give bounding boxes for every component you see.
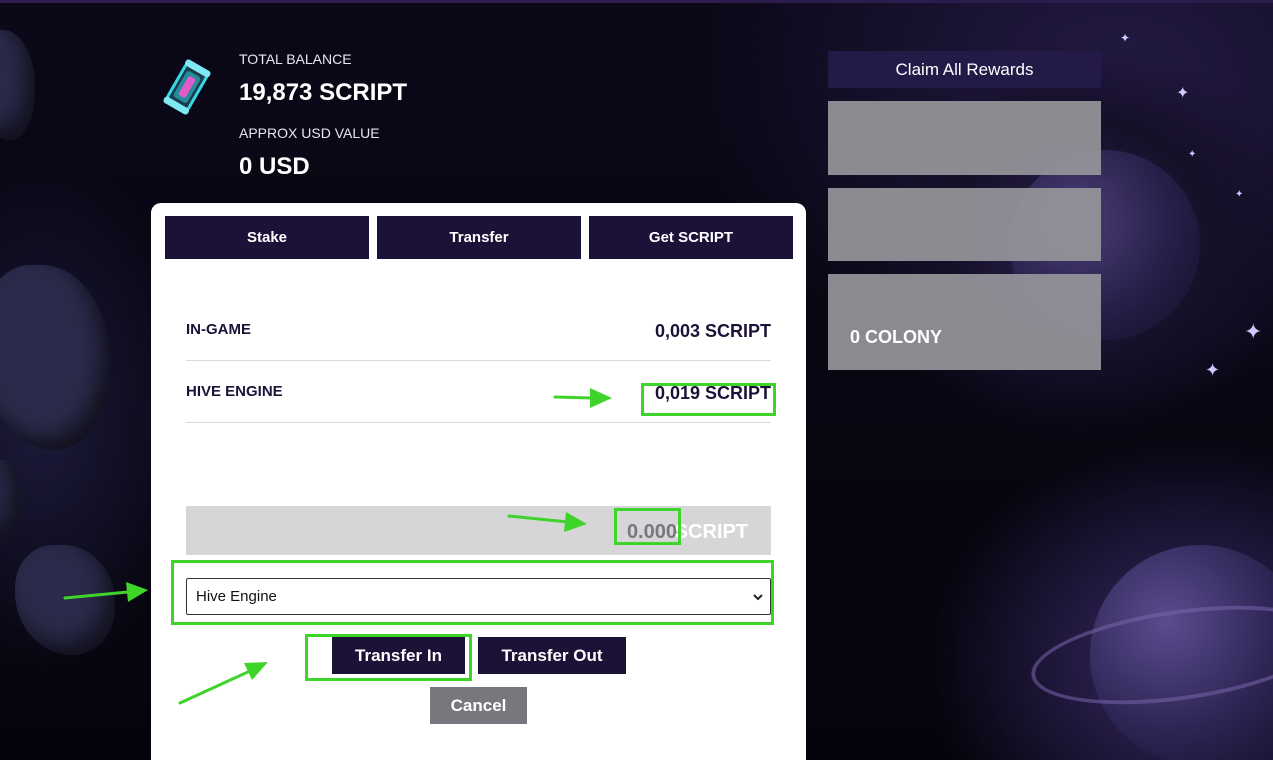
tab-get-script[interactable]: Get SCRIPT bbox=[589, 216, 793, 259]
highlight-box bbox=[641, 383, 776, 416]
balance-row-in-game: IN-GAME 0,003 SCRIPT bbox=[186, 299, 771, 361]
cancel-button[interactable]: Cancel bbox=[430, 687, 527, 724]
amount-field[interactable]: 0.000 SCRIPT bbox=[186, 506, 771, 555]
asteroid-decoration bbox=[0, 265, 110, 450]
top-border bbox=[0, 0, 1273, 3]
colony-reward-card: 0 COLONY bbox=[828, 274, 1101, 370]
transfer-out-button[interactable]: Transfer Out bbox=[478, 637, 626, 674]
token-canister-icon bbox=[163, 59, 211, 115]
highlight-box bbox=[171, 560, 774, 625]
usd-value: 0 USD bbox=[239, 153, 310, 180]
reward-card bbox=[828, 188, 1101, 261]
amount-unit: SCRIPT bbox=[674, 521, 748, 543]
row-label: IN-GAME bbox=[186, 321, 251, 338]
asteroid-decoration bbox=[0, 460, 20, 540]
row-amount: 0,003 SCRIPT bbox=[654, 321, 771, 341]
star-decoration: ✦ bbox=[1176, 83, 1190, 102]
asteroid-decoration bbox=[15, 545, 115, 655]
asteroid-decoration bbox=[0, 30, 35, 140]
total-balance-value: 19,873 SCRIPT bbox=[239, 79, 408, 106]
row-label: HIVE ENGINE bbox=[186, 383, 283, 400]
reward-card bbox=[828, 101, 1101, 175]
usd-value-label: APPROX USD VALUE bbox=[239, 125, 380, 141]
tab-stake[interactable]: Stake bbox=[165, 216, 369, 259]
highlight-box bbox=[614, 508, 681, 545]
total-balance-label: TOTAL BALANCE bbox=[239, 51, 352, 67]
star-decoration: ✦ bbox=[1244, 320, 1263, 345]
colony-balance: 0 COLONY bbox=[850, 327, 943, 347]
star-decoration: ✦ bbox=[1235, 189, 1244, 200]
claim-all-rewards-button[interactable]: Claim All Rewards bbox=[828, 51, 1101, 88]
star-decoration: ✦ bbox=[1120, 31, 1131, 45]
tab-transfer[interactable]: Transfer bbox=[377, 216, 581, 259]
star-decoration: ✦ bbox=[1205, 360, 1221, 381]
star-decoration: ✦ bbox=[1188, 149, 1197, 160]
transfer-modal: Stake Transfer Get SCRIPT IN-GAME 0,003 … bbox=[151, 203, 806, 760]
highlight-box bbox=[305, 634, 472, 681]
